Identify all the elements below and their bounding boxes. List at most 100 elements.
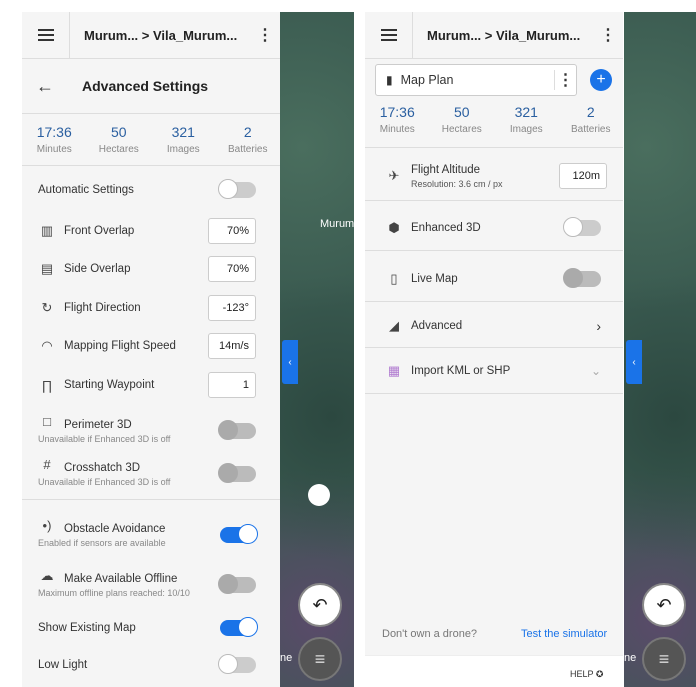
offline-row: ☁ Make Available Offline Maximum offline p… [10,568,280,602]
live-map-toggle[interactable] [563,268,601,288]
row-label: Enhanced 3D [411,222,481,234]
row-label: Flight Altitude [411,163,481,176]
checklist-button[interactable]: ≡ [642,637,686,681]
low-light-row: Low Light [10,653,280,677]
chevron-down-icon: ⌄ [590,364,601,378]
help-icon: ✪ [595,669,604,679]
row-sublabel: Unavailable if Enhanced 3D is off [38,433,171,444]
menu-icon[interactable] [22,12,70,59]
map-icon: ▮ [386,73,393,87]
more-icon[interactable]: ⋮ [250,25,280,45]
row-label: Flight Direction [64,302,141,314]
more-icon[interactable]: ⋮ [554,70,576,90]
plus-icon: + [596,71,606,88]
stat-value: 50 [110,124,127,140]
front-overlap-input[interactable]: 70% [208,218,256,244]
undo-button[interactable]: ↶ [642,583,686,627]
checklist-button[interactable]: ≡ [298,637,342,681]
cube-icon: ⬢ [388,220,400,235]
chevron-right-icon: › [596,318,601,334]
front-overlap-icon: ▥ [40,223,54,238]
add-plan-button[interactable]: + [590,69,612,91]
enhanced-3d-row: ⬢ Enhanced 3D [365,216,623,240]
breadcrumb[interactable]: Murum... > Vila_Murum... [413,28,593,43]
flight-altitude-input[interactable]: 120m [559,163,607,189]
row-label: Obstacle Avoidance [64,522,166,535]
flight-stats: 17:36 Minutes 50 Hectares 321 Images 2 Batte… [22,114,280,166]
row-sublabel: Unavailable if Enhanced 3D is off [38,476,171,487]
plan-name: Map Plan [400,73,454,87]
map-plan-panel: Murum... > Vila_Murum... ⋮ ▮ Map Plan ⋮ … [365,12,623,687]
row-label: Import KML or SHP [411,365,511,377]
flight-stats: 17:36 Minutes 50 Hectares 321 Images 2 Batte… [365,104,623,148]
offline-toggle[interactable] [218,574,256,594]
stat-label: Minutes [379,124,415,135]
row-label: Show Existing Map [38,622,136,634]
plane-icon: ✈ [388,168,400,183]
rotate-icon: ↻ [41,300,53,315]
front-overlap-row: ▥ Front Overlap 70% [10,217,280,245]
test-simulator-link[interactable]: Test the simulator [521,628,607,640]
expand-panel-tab[interactable]: ‹ [626,340,642,384]
stat-value: 2 [586,104,595,120]
undo-icon: ↶ [312,594,328,615]
undo-icon: ↶ [656,594,672,615]
flight-direction-row: ↻ Flight Direction -123° [10,294,280,322]
obstacle-avoidance-row: •) Obstacle Avoidance Enabled if sensors a… [10,518,280,552]
stat-value: 17:36 [36,124,72,140]
import-kml-row[interactable]: ▦ Import KML or SHP ⌄ [365,359,623,383]
row-sublabel: Maximum offline plans reached: 10/10 [38,587,190,598]
flight-speed-row: ◠ Mapping Flight Speed 14m/s [10,332,280,360]
waypoint-marker[interactable] [308,484,330,506]
row-label: Crosshatch 3D [64,461,141,474]
help-label: HELP [570,669,594,679]
map-label: ne [624,652,637,664]
stat-label: Batteries [571,124,611,135]
chevron-left-icon: ‹ [288,356,292,368]
row-label: Side Overlap [64,263,131,275]
more-icon[interactable]: ⋮ [593,25,623,45]
back-arrow-icon[interactable]: ← [22,76,68,97]
flight-direction-input[interactable]: -123° [208,295,256,321]
row-sublabel: Resolution: 3.6 cm / px [411,178,503,189]
starting-waypoint-input[interactable]: 1 [208,372,256,398]
stat-value: 321 [171,124,195,140]
speedometer-icon: ◠ [41,338,53,353]
plan-selector[interactable]: ▮ Map Plan ⋮ [375,64,577,96]
row-label: Low Light [38,659,88,671]
side-overlap-input[interactable]: 70% [208,256,256,282]
perimeter-3d-row: □ Perimeter 3D Unavailable if Enhanced 3D … [10,414,280,448]
map-label: ne [280,652,293,664]
stat-label: Minutes [36,144,72,155]
flight-speed-input[interactable]: 14m/s [208,333,256,359]
enhanced-3d-toggle[interactable] [563,217,601,237]
stat-value: 50 [453,104,470,120]
advanced-row[interactable]: ◢ Advanced › [365,314,623,338]
starting-waypoint-row: ∏ Starting Waypoint 1 [10,371,280,399]
help-button[interactable]: HELP ✪ [570,669,603,680]
perimeter-3d-toggle[interactable] [218,420,256,440]
crosshatch-3d-toggle[interactable] [218,463,256,483]
menu-icon[interactable] [365,12,413,59]
stat-label: Images [509,124,543,135]
stat-label: Images [166,144,200,155]
automatic-settings-toggle[interactable] [218,179,256,199]
expand-panel-tab[interactable]: ‹ [282,340,298,384]
side-overlap-row: ▤ Side Overlap 70% [10,255,280,283]
import-icon: ▦ [387,363,401,378]
undo-button[interactable]: ↶ [298,583,342,627]
row-label: Mapping Flight Speed [64,340,176,352]
crosshatch-3d-row: # Crosshatch 3D Unavailable if Enhanced 3D… [10,457,280,491]
show-existing-map-toggle[interactable] [220,617,258,637]
stat-value: 321 [514,104,538,120]
stat-value: 17:36 [379,104,415,120]
breadcrumb[interactable]: Murum... > Vila_Murum... [70,28,250,43]
stat-label: Hectares [98,144,139,155]
low-light-toggle[interactable] [218,654,256,674]
map-label: Murum [320,218,354,230]
row-label: Automatic Settings [38,184,134,196]
row-label: Perimeter 3D [64,418,132,431]
no-drone-text: Don't own a drone? [382,628,478,640]
obstacle-avoidance-toggle[interactable] [220,524,258,544]
stat-label: Hectares [441,124,482,135]
